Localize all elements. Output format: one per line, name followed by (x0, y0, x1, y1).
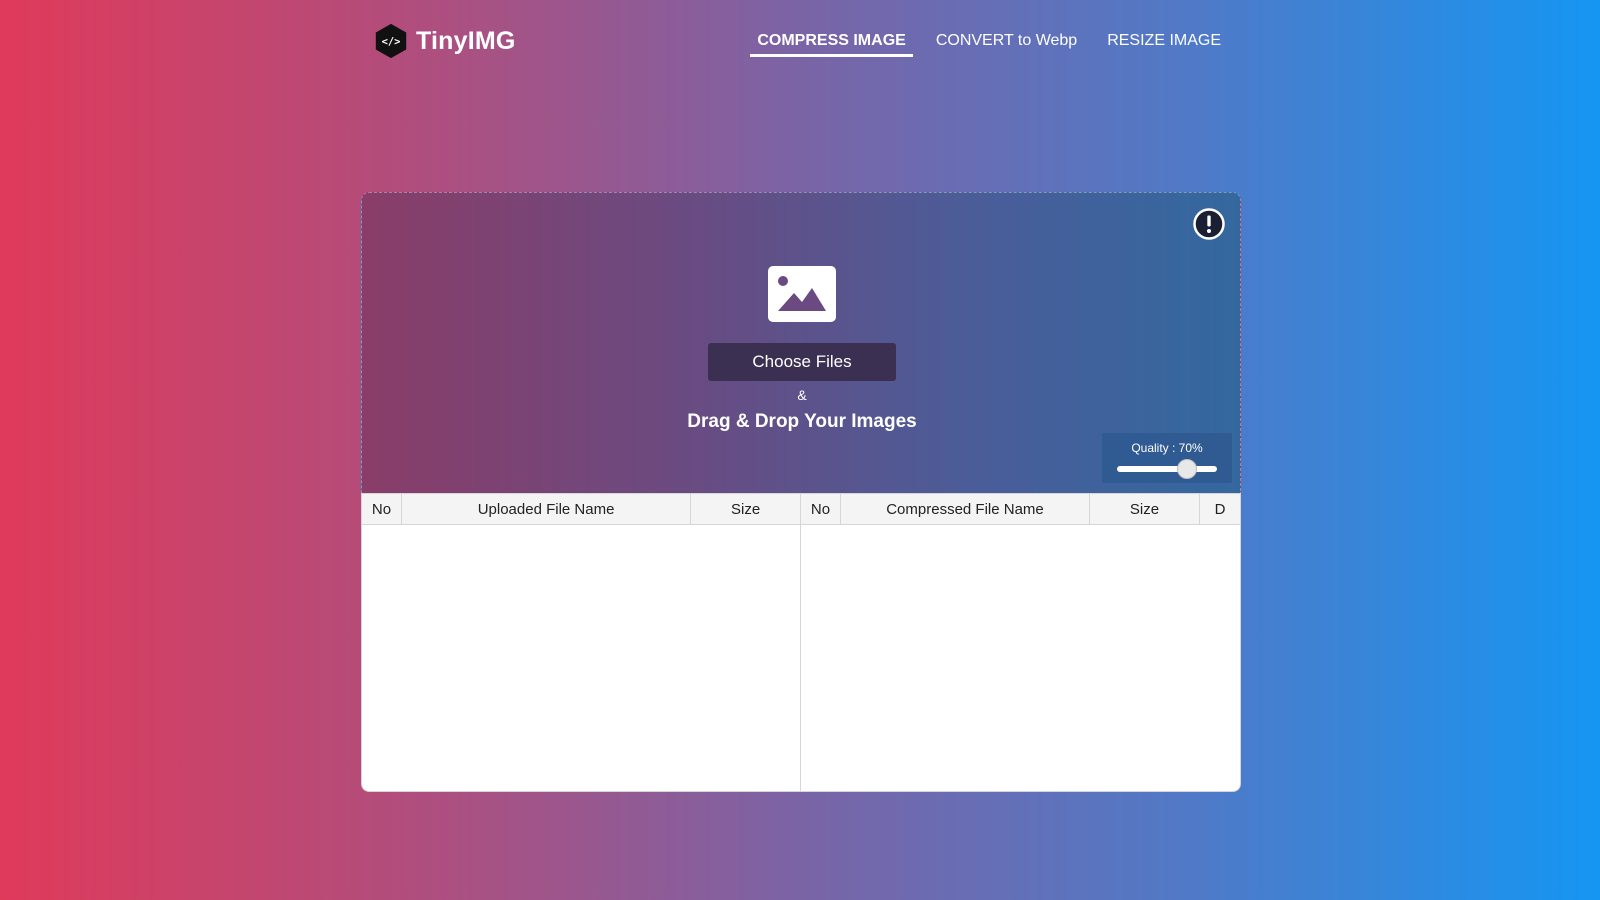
uploaded-files-table: No Uploaded File Name Size (362, 494, 801, 791)
compressed-table-body (801, 525, 1240, 791)
nav-compress-image[interactable]: COMPRESS IMAGE (750, 30, 913, 57)
file-tables: No Uploaded File Name Size No Compressed… (361, 493, 1241, 792)
brand-name: TinyIMG (416, 26, 516, 55)
ampersand-text: & (797, 387, 807, 403)
brand-logo[interactable]: </> TinyIMG (372, 22, 516, 60)
main-nav: COMPRESS IMAGE CONVERT to Webp RESIZE IM… (734, 30, 1228, 57)
compressed-files-table: No Compressed File Name Size D (801, 494, 1240, 791)
quality-slider-track[interactable] (1117, 466, 1217, 472)
quality-slider-thumb[interactable] (1177, 459, 1197, 479)
compressed-table-header: No Compressed File Name Size D (801, 494, 1240, 525)
compress-panel: Choose Files & Drag & Drop Your Images Q… (361, 192, 1241, 792)
compressed-col-name: Compressed File Name (841, 494, 1090, 524)
uploaded-col-name: Uploaded File Name (402, 494, 692, 524)
nav-resize-image[interactable]: RESIZE IMAGE (1100, 30, 1228, 57)
drop-zone[interactable]: Choose Files & Drag & Drop Your Images Q… (361, 192, 1241, 493)
top-bar: </> TinyIMG COMPRESS IMAGE CONVERT to We… (0, 0, 1600, 80)
quality-label: Quality : 70% (1131, 441, 1203, 455)
svg-text:</>: </> (382, 36, 401, 48)
uploaded-table-header: No Uploaded File Name Size (362, 494, 800, 525)
compressed-col-size: Size (1090, 494, 1200, 524)
image-icon (768, 266, 836, 322)
choose-files-button[interactable]: Choose Files (708, 343, 896, 381)
hexagon-code-icon: </> (375, 23, 407, 59)
uploaded-col-no: No (362, 494, 402, 524)
quality-control: Quality : 70% (1102, 433, 1232, 483)
exclamation-circle-icon[interactable] (1192, 207, 1226, 241)
drag-drop-text: Drag & Drop Your Images (687, 411, 917, 432)
compressed-col-download: D (1214, 500, 1226, 518)
compressed-col-no: No (801, 494, 841, 524)
uploaded-col-size: Size (731, 500, 761, 518)
nav-convert-webp[interactable]: CONVERT to Webp (929, 30, 1084, 57)
uploaded-table-body (362, 525, 800, 791)
